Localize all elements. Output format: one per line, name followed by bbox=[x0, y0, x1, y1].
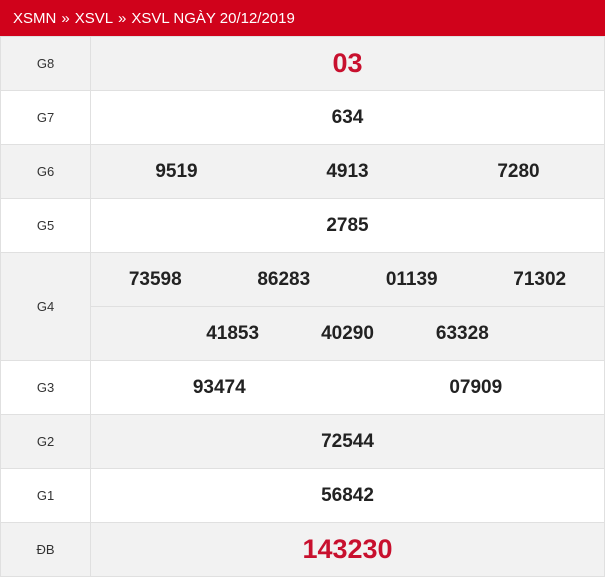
prize-number-g8: 03 bbox=[332, 48, 363, 78]
prize-label: G7 bbox=[0, 90, 91, 145]
prize-label: G5 bbox=[0, 198, 91, 253]
prize-row-g8: G8 03 bbox=[0, 36, 605, 91]
prize-number-g4: 71302 bbox=[513, 268, 567, 290]
breadcrumb: XSMN » XSVL » XSVL NGÀY 20/12/2019 bbox=[0, 0, 605, 36]
prize-number-g1: 56842 bbox=[321, 484, 374, 506]
prize-number-g7: 634 bbox=[331, 106, 364, 128]
results-table: G8 03 G7 634 G6 9519 4913 7280 G5 2785 G… bbox=[0, 36, 605, 577]
prize-number-g2: 72544 bbox=[321, 430, 374, 452]
prize-number-g4: 41853 bbox=[206, 322, 260, 344]
prize-row-g3: G3 93474 07909 bbox=[0, 360, 605, 415]
prize-number-g4: 01139 bbox=[385, 268, 438, 290]
prize-row-g6: G6 9519 4913 7280 bbox=[0, 144, 605, 199]
breadcrumb-link-xsvl[interactable]: XSVL bbox=[75, 10, 113, 27]
prize-number-g4: 63328 bbox=[435, 322, 489, 344]
breadcrumb-separator: » bbox=[61, 9, 70, 27]
prize-label: G3 bbox=[0, 360, 91, 415]
breadcrumb-current: XSVL NGÀY 20/12/2019 bbox=[131, 9, 295, 27]
prize-row-g4: G4 73598 86283 01139 71302 bbox=[0, 252, 605, 361]
prize-number-g4: 73598 bbox=[128, 268, 182, 290]
prize-row-g7: G7 634 bbox=[0, 90, 605, 145]
prize-number-g4: 40290 bbox=[321, 322, 374, 344]
prize-row-g2: G2 72544 bbox=[0, 414, 605, 469]
prize-label: ĐB bbox=[0, 522, 91, 577]
prize-label: G6 bbox=[0, 144, 91, 199]
prize-number-g3: 93474 bbox=[192, 376, 246, 398]
breadcrumb-link-xsmn[interactable]: XSMN bbox=[13, 10, 56, 27]
prize-number-g3: 07909 bbox=[449, 376, 503, 398]
prize-number-g4: 86283 bbox=[257, 268, 311, 290]
prize-label: G2 bbox=[0, 414, 91, 469]
prize-number-special: 143230 bbox=[302, 534, 393, 564]
prize-number-g6: 9519 bbox=[155, 160, 198, 182]
prize-row-g1: G1 56842 bbox=[0, 468, 605, 523]
prize-number-g6: 4913 bbox=[326, 160, 369, 182]
prize-row-g5: G5 2785 bbox=[0, 198, 605, 253]
prize-number-g5: 2785 bbox=[326, 214, 369, 236]
prize-row-special: ĐB 143230 bbox=[0, 522, 605, 577]
prize-label: G1 bbox=[0, 468, 91, 523]
prize-label: G8 bbox=[0, 36, 91, 91]
breadcrumb-separator: » bbox=[118, 9, 127, 27]
prize-row-g4-second: 41853 40290 63328 bbox=[1, 306, 605, 361]
prize-label: G4 bbox=[0, 252, 91, 361]
prize-number-g6: 7280 bbox=[497, 160, 540, 182]
